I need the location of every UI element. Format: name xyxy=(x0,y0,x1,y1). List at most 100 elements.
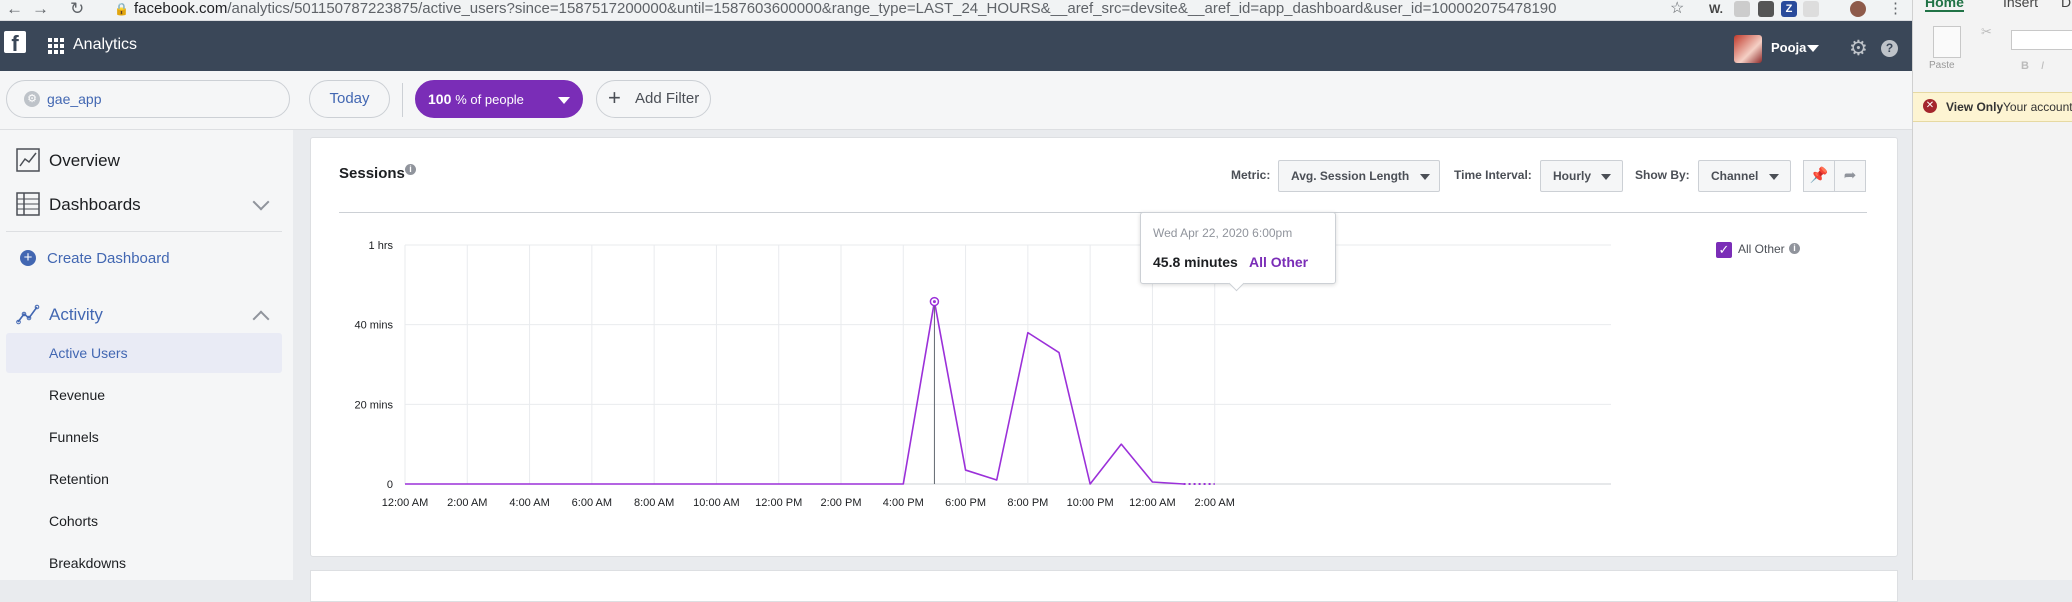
browser-menu-icon[interactable]: ⋮ xyxy=(1888,0,1903,18)
create-dashboard-link[interactable]: + Create Dashboard xyxy=(0,238,282,278)
close-circle-icon[interactable]: ✕ xyxy=(1923,99,1937,113)
back-icon[interactable]: ← xyxy=(6,0,23,18)
bold-icon[interactable]: B xyxy=(2021,60,2029,72)
url-domain: facebook.com xyxy=(134,0,228,17)
tooltip-value: 45.8 minutes xyxy=(1153,254,1238,270)
sidebar-subitem-funnels[interactable]: Funnels xyxy=(6,417,282,457)
legend-info-icon[interactable]: i xyxy=(1789,243,1800,254)
chevron-down-icon[interactable] xyxy=(252,193,270,211)
filter-bar: ⚙ gae_app Today 100 % of people + Add Fi… xyxy=(0,71,1912,130)
tooltip-date: Wed Apr 22, 2020 6:00pm xyxy=(1153,226,1293,240)
app-selector[interactable]: ⚙ gae_app xyxy=(6,80,290,118)
app-gear-icon: ⚙ xyxy=(24,91,40,107)
share-button[interactable]: ➦ xyxy=(1834,160,1866,192)
extension-ghost-icon[interactable] xyxy=(1803,1,1819,17)
paste-label: Paste xyxy=(1929,60,1955,71)
excel-pane: Home Insert Dra Paste ✂ B I ✕ View Only … xyxy=(1912,0,2072,580)
paste-icon[interactable] xyxy=(1933,26,1961,58)
excel-tab-draw[interactable]: Dra xyxy=(2061,0,2072,10)
sidebar-subitem-revenue[interactable]: Revenue xyxy=(6,375,282,415)
cut-icon[interactable]: ✂ xyxy=(1981,24,1992,40)
user-avatar[interactable] xyxy=(1734,35,1762,63)
sidebar: Overview Dashboards + Create Dashboard A… xyxy=(0,130,293,580)
sidebar-item-dashboards[interactable]: Dashboards xyxy=(0,184,282,224)
chart-tooltip: Wed Apr 22, 2020 6:00pm 45.8 minutes All… xyxy=(1140,212,1336,284)
x-tick-label: 12:00 AM xyxy=(1129,497,1175,509)
people-segment-selector[interactable]: 100 % of people xyxy=(415,80,583,118)
create-dashboard-label: Create Dashboard xyxy=(47,250,170,267)
extension-z-icon[interactable]: Z xyxy=(1781,1,1797,17)
sidebar-item-overview[interactable]: Overview xyxy=(0,140,282,180)
y-tick-label: 1 hrs xyxy=(369,240,394,252)
metric-label: Metric: xyxy=(1231,168,1271,182)
help-icon[interactable]: ? xyxy=(1881,40,1898,57)
chevron-down-icon xyxy=(1601,174,1611,180)
time-interval-label: Time Interval: xyxy=(1454,168,1532,182)
x-tick-label: 8:00 AM xyxy=(634,497,674,509)
x-tick-label: 4:00 PM xyxy=(883,497,924,509)
app-title: Analytics xyxy=(73,36,138,53)
x-tick-label: 4:00 AM xyxy=(509,497,549,509)
sidebar-subitem-retention[interactable]: Retention xyxy=(6,459,282,499)
bookmark-star-icon[interactable]: ☆ xyxy=(1670,0,1684,18)
extension-a-icon[interactable] xyxy=(1734,1,1750,17)
apps-grid-icon[interactable] xyxy=(48,38,64,54)
time-interval-value: Hourly xyxy=(1553,169,1592,183)
sidebar-subitem-label: Cohorts xyxy=(49,513,99,529)
profile-avatar-icon[interactable] xyxy=(1850,1,1866,17)
excel-tab-home[interactable]: Home xyxy=(1925,0,1964,12)
sidebar-subitem-breakdowns[interactable]: Breakdowns xyxy=(6,543,282,583)
user-menu-caret-icon[interactable] xyxy=(1807,45,1819,52)
filter-divider xyxy=(402,83,403,117)
sidebar-item-activity[interactable]: Activity xyxy=(0,293,282,333)
chart-series xyxy=(405,296,1215,485)
hover-point-center xyxy=(932,300,936,304)
x-tick-label: 2:00 PM xyxy=(821,497,862,509)
address-bar[interactable]: facebook.com/analytics/501150787223875/a… xyxy=(134,0,1557,18)
analytics-topbar: f Analytics Pooja ⚙ ? xyxy=(0,21,1912,71)
settings-gear-icon[interactable]: ⚙ xyxy=(1849,38,1870,59)
chart-grid xyxy=(404,244,1611,485)
time-interval-dropdown[interactable]: Hourly xyxy=(1540,160,1623,192)
add-filter-button[interactable]: + Add Filter xyxy=(596,80,711,118)
x-tick-label: 6:00 AM xyxy=(572,497,612,509)
lock-icon: 🔒 xyxy=(114,2,129,16)
extension-w-icon[interactable]: W. xyxy=(1708,1,1724,17)
sidebar-divider xyxy=(6,231,282,232)
reload-icon[interactable]: ↻ xyxy=(70,0,84,18)
legend-checkbox[interactable]: ✓ xyxy=(1716,242,1732,258)
dashboard-table-icon xyxy=(16,192,40,216)
pin-button[interactable]: 📌 xyxy=(1803,160,1835,192)
activity-icon xyxy=(16,304,40,325)
y-axis-ticks: 0 20 mins 40 mins 1 hrs xyxy=(354,240,393,491)
x-axis-ticks: 12:00 AM 2:00 AM 4:00 AM 6:00 AM 8:00 AM 10:0… xyxy=(382,497,1235,509)
italic-icon[interactable]: I xyxy=(2041,60,2044,72)
sidebar-subitem-cohorts[interactable]: Cohorts xyxy=(6,501,282,541)
sidebar-subitem-label: Breakdowns xyxy=(49,555,127,571)
next-card xyxy=(310,570,1898,602)
sidebar-subitem-label: Funnels xyxy=(49,429,99,445)
show-by-dropdown[interactable]: Channel xyxy=(1698,160,1791,192)
sidebar-item-label: Dashboards xyxy=(49,195,141,214)
extension-printer-icon[interactable] xyxy=(1758,1,1774,17)
x-tick-label: 10:00 PM xyxy=(1067,497,1114,509)
x-tick-label: 12:00 PM xyxy=(755,497,802,509)
chevron-down-icon xyxy=(1420,174,1430,180)
plus-icon: + xyxy=(608,85,621,110)
chevron-up-icon[interactable] xyxy=(252,310,270,328)
metric-dropdown[interactable]: Avg. Session Length xyxy=(1278,160,1440,192)
font-name-box[interactable] xyxy=(2011,30,2072,50)
sidebar-subitem-active-users[interactable]: Active Users xyxy=(6,333,282,373)
people-segment-label: 100 % of people xyxy=(428,81,524,118)
facebook-logo[interactable]: f xyxy=(4,31,26,53)
pin-icon: 📌 xyxy=(1809,167,1829,184)
card-title: Sessions xyxy=(339,165,405,182)
info-icon[interactable]: i xyxy=(405,164,416,175)
show-by-value: Channel xyxy=(1711,169,1759,183)
forward-icon[interactable]: → xyxy=(32,0,49,18)
date-range-button[interactable]: Today xyxy=(309,80,390,118)
user-name[interactable]: Pooja xyxy=(1771,40,1806,55)
x-tick-label: 12:00 AM xyxy=(382,497,428,509)
people-percent-suffix: % of people xyxy=(455,92,524,107)
excel-tab-insert[interactable]: Insert xyxy=(2003,0,2038,10)
